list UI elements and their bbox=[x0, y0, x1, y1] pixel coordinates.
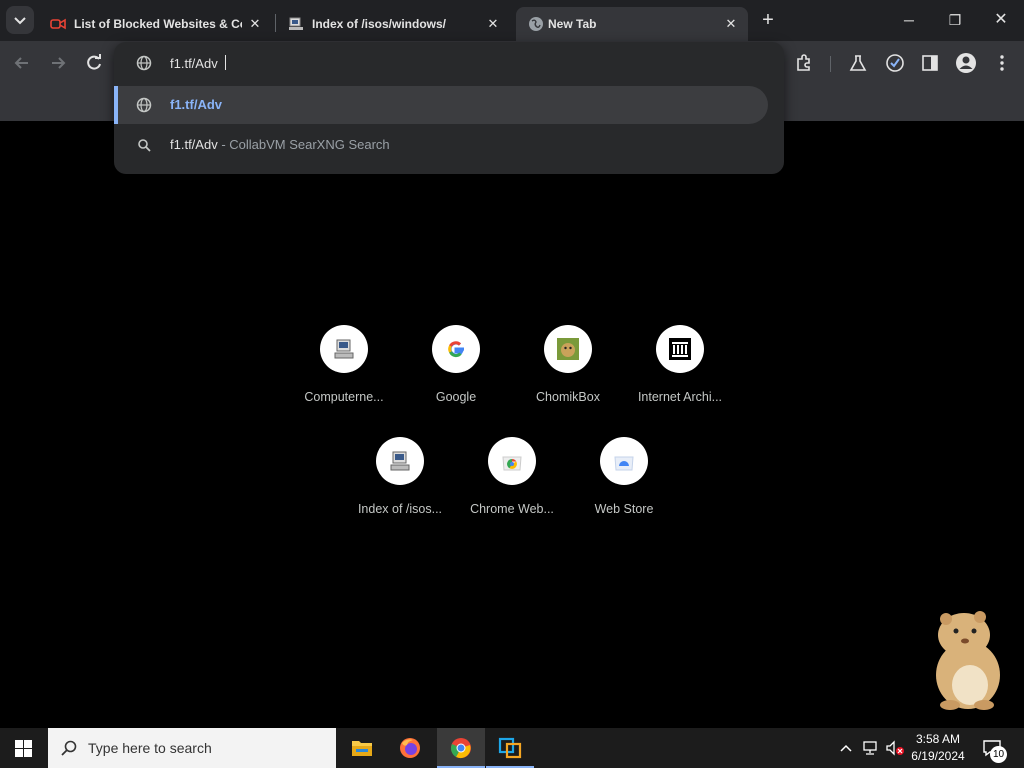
notification-count-badge: 10 bbox=[990, 746, 1007, 763]
side-panel-icon[interactable] bbox=[920, 53, 940, 73]
shortcut-label: Index of /isos... bbox=[357, 502, 443, 516]
search-icon bbox=[61, 740, 77, 756]
shortcut-label: ChomikBox bbox=[536, 390, 600, 404]
back-icon[interactable] bbox=[12, 53, 32, 73]
shortcut-tile[interactable]: ChomikBox bbox=[512, 325, 624, 437]
reload-icon[interactable] bbox=[84, 53, 104, 73]
suggestion-engine: - CollabVM SearXNG Search bbox=[217, 137, 390, 152]
taskbar-search-placeholder: Type here to search bbox=[88, 740, 212, 756]
suggestion-text: f1.tf/Adv - CollabVM SearXNG Search bbox=[170, 137, 390, 152]
tab-close-icon[interactable]: ✕ bbox=[246, 15, 264, 33]
notification-count: 10 bbox=[992, 749, 1005, 760]
shortcut-tile[interactable]: Internet Archi... bbox=[624, 325, 736, 437]
computer-monitor-icon bbox=[334, 339, 354, 359]
web-store-icon bbox=[614, 456, 634, 471]
shortcut-tile[interactable]: Computerne... bbox=[288, 325, 400, 437]
suggestion-url: f1.tf/Adv bbox=[170, 97, 222, 112]
shortcut-icon-circle bbox=[376, 437, 424, 485]
tab-new-tab[interactable]: New Tab ✕ bbox=[516, 7, 748, 41]
search-icon bbox=[138, 139, 151, 152]
omnibox-suggestion[interactable]: f1.tf/Adv - CollabVM SearXNG Search bbox=[114, 126, 768, 164]
clock-time: 3:58 AM bbox=[915, 732, 961, 746]
minimize-button[interactable]: ─ bbox=[893, 8, 925, 32]
chomikbox-icon bbox=[557, 338, 579, 360]
chrome-web-store-icon bbox=[502, 456, 522, 471]
video-camera-icon bbox=[50, 18, 66, 30]
labs-flask-icon[interactable] bbox=[848, 53, 868, 73]
taskbar-search-box[interactable]: Type here to search bbox=[48, 728, 336, 768]
google-icon bbox=[448, 341, 464, 357]
tab-title: List of Blocked Websites & Con bbox=[74, 17, 242, 31]
menu-kebab-icon[interactable] bbox=[992, 53, 1012, 73]
shortcut-label: Computerne... bbox=[304, 390, 384, 404]
chrome-button[interactable] bbox=[437, 728, 485, 768]
performance-icon[interactable] bbox=[884, 52, 906, 74]
omnibox-popup: f1.tf/Adv f1.tf/Adv f1.tf/Adv - CollabVM… bbox=[114, 42, 784, 174]
tab-blocked-websites[interactable]: List of Blocked Websites & Con ✕ bbox=[38, 7, 274, 41]
shortcut-tile[interactable]: Google bbox=[400, 325, 512, 437]
volume-muted-icon[interactable] bbox=[885, 740, 905, 756]
profile-avatar-icon[interactable] bbox=[955, 52, 977, 74]
globe-icon bbox=[136, 55, 152, 71]
chevron-up-icon[interactable] bbox=[839, 741, 853, 755]
folder-icon bbox=[352, 741, 372, 756]
globe-icon bbox=[529, 17, 543, 31]
selection-indicator bbox=[114, 86, 118, 124]
tab-index-isos[interactable]: Index of /isos/windows/ ✕ bbox=[276, 7, 514, 41]
tab-title: Index of /isos/windows/ bbox=[312, 17, 447, 31]
virtual-machine-icon bbox=[498, 737, 522, 759]
vm-app-button[interactable] bbox=[486, 728, 534, 768]
tab-strip: List of Blocked Websites & Con ✕ Index o… bbox=[0, 0, 1024, 41]
shortcut-tile[interactable]: Web Store bbox=[568, 437, 680, 549]
clock[interactable]: 3:58 AM 6/19/2024 bbox=[905, 731, 971, 765]
shortcut-icon-circle bbox=[432, 325, 480, 373]
tab-close-icon[interactable]: ✕ bbox=[722, 15, 740, 33]
network-icon[interactable] bbox=[861, 740, 879, 756]
close-window-button[interactable]: ✕ bbox=[985, 8, 1017, 32]
chevron-down-icon bbox=[14, 17, 26, 25]
hamster-desktop-pet-icon bbox=[936, 611, 1000, 710]
shortcut-tile[interactable]: Index of /isos... bbox=[344, 437, 456, 549]
new-tab-button[interactable]: + bbox=[758, 8, 778, 32]
shortcut-icon-circle bbox=[656, 325, 704, 373]
firefox-icon bbox=[400, 738, 420, 758]
shortcut-label: Google bbox=[435, 390, 477, 404]
shortcut-icon-circle bbox=[488, 437, 536, 485]
computer-monitor-icon bbox=[390, 451, 410, 471]
firefox-button[interactable] bbox=[386, 728, 434, 768]
forward-icon[interactable] bbox=[48, 53, 68, 73]
file-explorer-button[interactable] bbox=[338, 728, 386, 768]
toolbar-divider bbox=[830, 56, 831, 72]
maximize-button[interactable]: ❐ bbox=[939, 8, 971, 32]
omnibox-suggestion[interactable]: f1.tf/Adv bbox=[114, 86, 768, 124]
archive-building-icon bbox=[669, 338, 691, 360]
shortcut-label: Web Store bbox=[594, 502, 654, 516]
extensions-icon[interactable] bbox=[794, 53, 814, 73]
globe-icon bbox=[136, 97, 152, 113]
clock-date: 6/19/2024 bbox=[911, 749, 965, 763]
suggestion-query: f1.tf/Adv bbox=[170, 137, 218, 152]
windows-start-icon[interactable] bbox=[15, 740, 32, 757]
tab-title: New Tab bbox=[548, 17, 597, 31]
text-caret bbox=[225, 55, 226, 70]
shortcut-icon-circle bbox=[320, 325, 368, 373]
tab-close-icon[interactable]: ✕ bbox=[484, 15, 502, 33]
tab-search-button[interactable] bbox=[6, 6, 34, 34]
shortcut-icon-circle bbox=[544, 325, 592, 373]
shortcut-label: Internet Archi... bbox=[637, 390, 723, 404]
address-input[interactable]: f1.tf/Adv bbox=[170, 56, 218, 71]
shortcut-icon-circle bbox=[600, 437, 648, 485]
computer-monitor-icon bbox=[289, 17, 303, 30]
windows-taskbar: Type here to search 3:58 AM 6/19/2024 10 bbox=[0, 728, 1024, 768]
chrome-icon bbox=[451, 738, 471, 759]
shortcut-tile[interactable]: Chrome Web... bbox=[456, 437, 568, 549]
shortcut-label: Chrome Web... bbox=[470, 502, 554, 516]
